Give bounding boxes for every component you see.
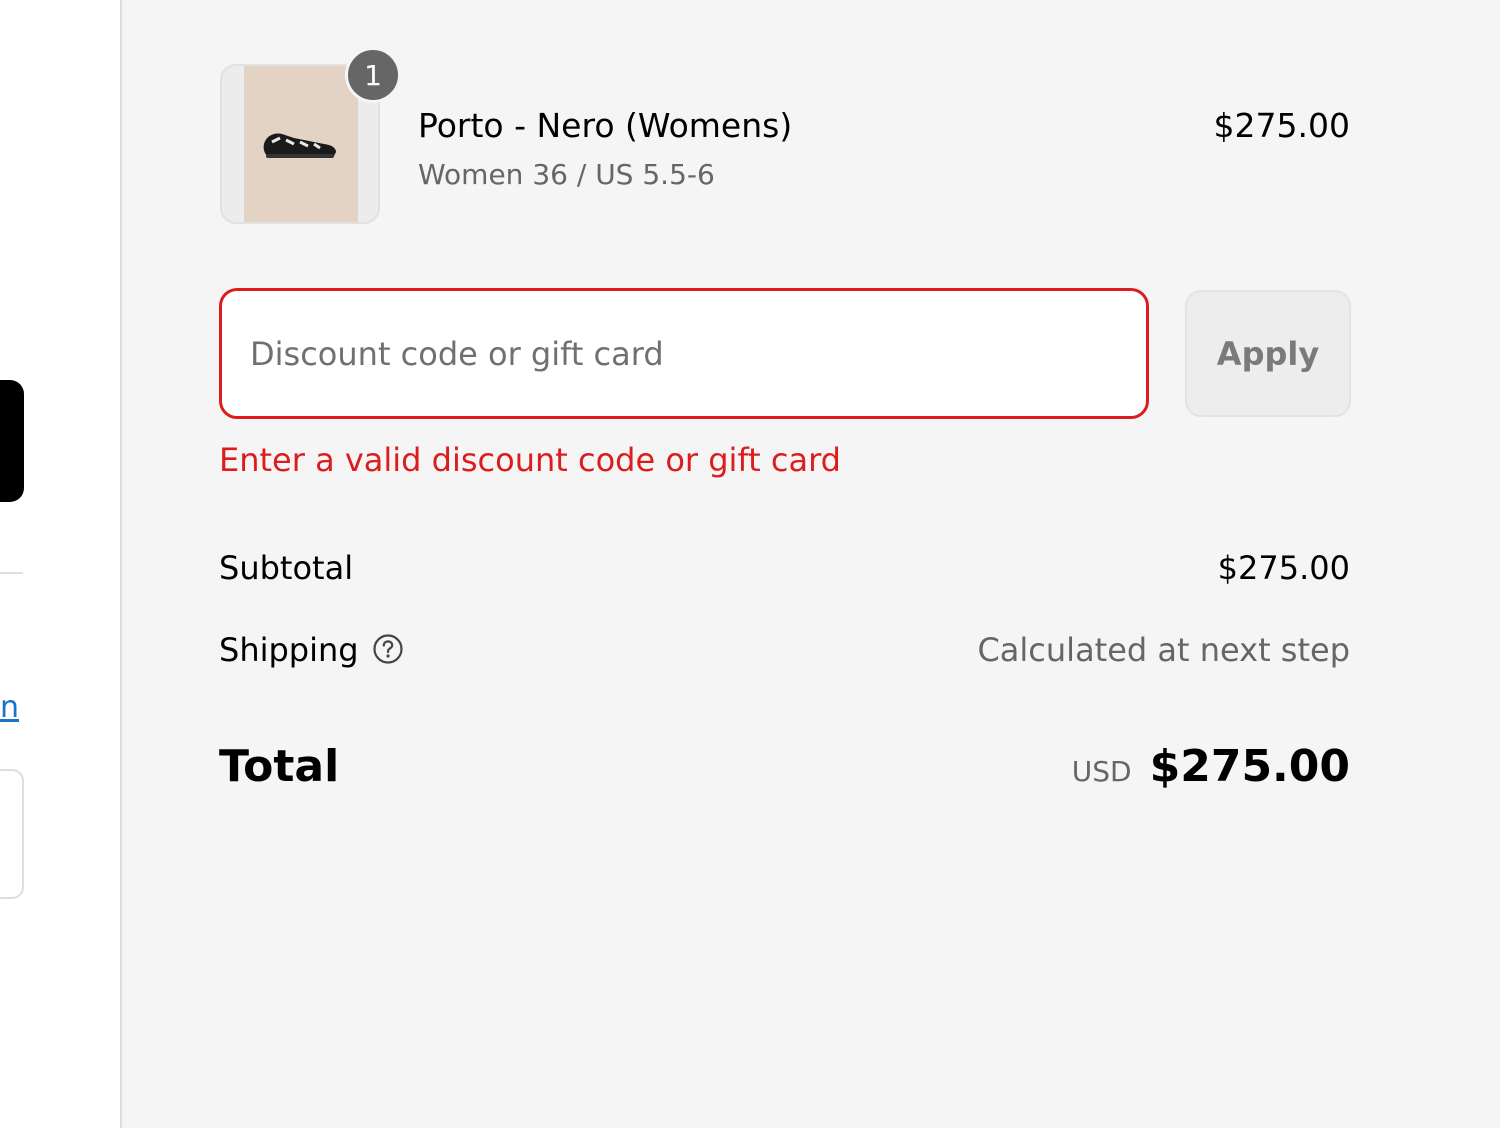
total-value: $275.00	[1149, 741, 1350, 792]
total-label: Total	[219, 741, 340, 792]
express-checkout-button[interactable]	[0, 380, 24, 502]
shipping-value: Calculated at next step	[977, 631, 1350, 669]
quantity-badge: 1	[345, 47, 401, 103]
discount-code-input[interactable]	[219, 288, 1149, 419]
subtotal-label: Subtotal	[219, 549, 354, 587]
discount-error-message: Enter a valid discount code or gift card	[219, 441, 841, 479]
apply-button[interactable]: Apply	[1185, 290, 1351, 417]
currency-code: USD	[1071, 755, 1132, 788]
product-price: $275.00	[1213, 106, 1350, 145]
subtotal-value: $275.00	[1217, 549, 1350, 587]
left-link[interactable]: n	[0, 690, 19, 726]
shoe-icon	[263, 133, 336, 158]
left-panel: n	[0, 0, 122, 1128]
product-name: Porto - Nero (Womens)	[418, 106, 793, 145]
product-variant: Women 36 / US 5.5-6	[418, 158, 715, 191]
question-circle-icon[interactable]	[372, 633, 404, 665]
divider	[0, 572, 23, 574]
product-image	[244, 66, 358, 222]
total-amount: USD $275.00	[1072, 740, 1350, 803]
shipping-label: Shipping	[219, 631, 359, 669]
form-field[interactable]	[0, 769, 24, 899]
